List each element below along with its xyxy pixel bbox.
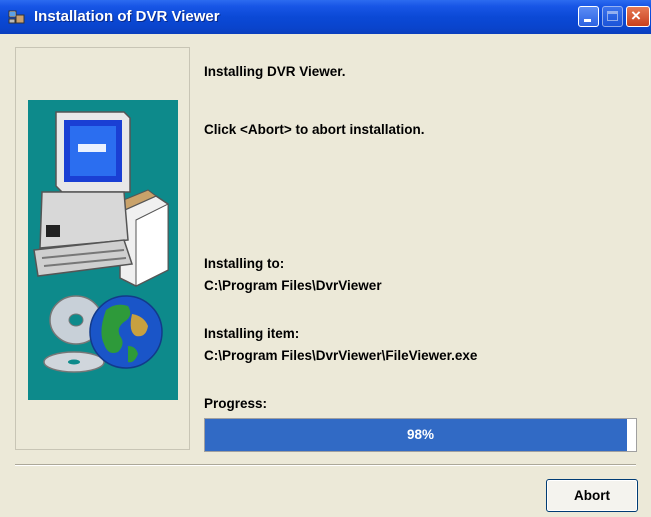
- installer-illustration: [28, 100, 178, 400]
- progress-percent: 98%: [406, 427, 435, 442]
- computer-globe-illustration: [33, 111, 169, 373]
- installer-window: Installation of DVR Viewer × Installing …: [0, 0, 651, 517]
- installer-icon: [8, 10, 25, 24]
- footer-separator: [15, 464, 636, 466]
- install-heading: Installing DVR Viewer.: [204, 64, 346, 79]
- title-bar[interactable]: Installation of DVR Viewer ×: [0, 0, 651, 34]
- close-icon: ×: [631, 6, 641, 25]
- progress-bar: 98%: [204, 418, 637, 452]
- minimize-button[interactable]: [578, 6, 599, 27]
- window-title: Installation of DVR Viewer: [34, 8, 220, 25]
- maximize-button[interactable]: [602, 6, 623, 27]
- install-item-path: C:\Program Files\DvrViewer\FileViewer.ex…: [204, 348, 478, 363]
- progress-label: Progress:: [204, 396, 268, 411]
- close-button[interactable]: ×: [626, 6, 650, 27]
- abort-button[interactable]: Abort: [546, 479, 638, 512]
- install-to-path: C:\Program Files\DvrViewer: [204, 278, 382, 293]
- abort-instruction: Click <Abort> to abort installation.: [204, 122, 425, 137]
- install-to-label: Installing to:: [204, 256, 285, 271]
- install-item-label: Installing item:: [204, 326, 300, 341]
